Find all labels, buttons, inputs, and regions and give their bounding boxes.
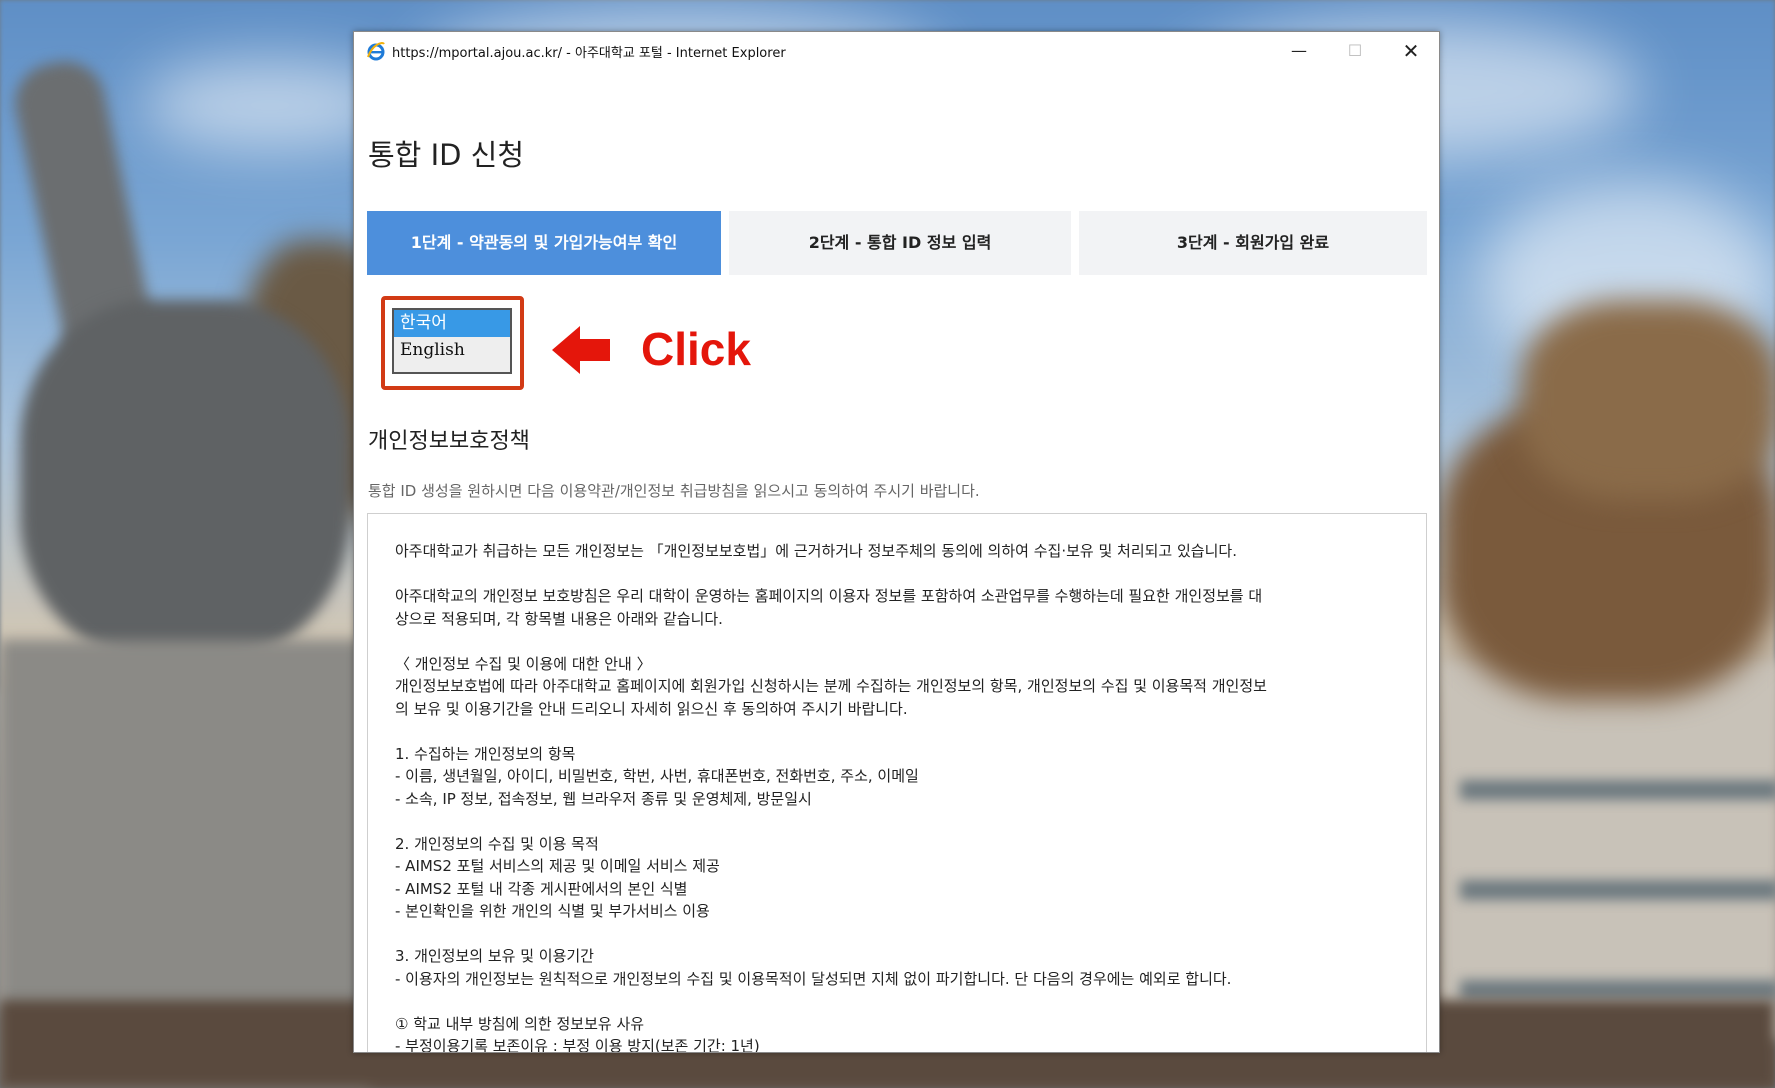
terms-spacer [395,810,1396,833]
maximize-button[interactable]: ☐ [1327,32,1383,70]
terms-line: - 본인확인을 위한 개인의 식별 및 부가서비스 이용 [395,902,710,920]
terms-line: - 이용자의 개인정보는 원칙적으로 개인정보의 수집 및 이용목적이 달성되면… [395,969,1232,988]
terms-spacer [395,923,1396,946]
terms-line: 3. 개인정보의 보유 및 이용기간 [395,947,594,965]
terms-spacer [395,630,1396,653]
title-bar: https://mportal.ajou.ac.kr/ - 아주대학교 포털 -… [354,32,1439,70]
minimize-button[interactable]: — [1271,32,1327,70]
terms-spacer [395,720,1396,743]
section-title: 개인정보보호정책 [368,429,530,454]
language-option-korean[interactable]: 한국어 [394,310,510,337]
terms-line: - AIMS2 포털 내 각종 게시판에서의 본인 식별 [395,879,688,898]
terms-line: ① 학교 내부 방침에 의한 정보보유 사유 [395,1014,645,1033]
terms-line: 아주대학교의 개인정보 보호방침은 우리 대학이 운영하는 홈페이지의 이용자 … [395,587,1263,605]
terms-line: 〈 개인정보 수집 및 이용에 대한 안내 〉 [395,654,652,673]
step-1-tab[interactable]: 1단계 - 약관동의 및 가입가능여부 확인 [367,211,721,275]
terms-scroll-box[interactable]: 아주대학교가 취급하는 모든 개인정보는 「개인정보보호법」에 근거하거나 정보… [367,513,1427,1053]
terms-line: 1. 수집하는 개인정보의 항목 [395,744,576,763]
terms-content: 아주대학교가 취급하는 모든 개인정보는 「개인정보보호법」에 근거하거나 정보… [368,514,1426,1053]
section-description: 통합 ID 생성을 원하시면 다음 이용약관/개인정보 취급방침을 읽으시고 동… [368,482,980,500]
terms-line: 2. 개인정보의 수집 및 이용 목적 [395,834,599,853]
step-tabs: 1단계 - 약관동의 및 가입가능여부 확인 2단계 - 통합 ID 정보 입력… [367,211,1427,275]
language-select[interactable]: 한국어 English [392,308,512,374]
terms-spacer [395,563,1396,586]
terms-line: - AIMS2 포털 서비스의 제공 및 이메일 서비스 제공 [395,857,720,875]
terms-line: 아주대학교가 취급하는 모든 개인정보는 「개인정보보호법」에 근거하거나 정보… [395,542,1237,560]
page-title: 통합 ID 신청 [368,138,525,172]
click-annotation: Click [641,323,751,375]
step-3-tab[interactable]: 3단계 - 회원가입 완료 [1079,211,1427,275]
language-option-english[interactable]: English [394,337,510,364]
terms-line: 상으로 적용되며, 각 항목별 내용은 아래와 같습니다. [395,609,723,628]
terms-line: - 부정이용기록 보존이유 : 부정 이용 방지(보존 기간: 1년) [395,1037,760,1053]
internet-explorer-icon [367,42,385,61]
terms-line: 의 보유 및 이용기간을 안내 드리오니 자세히 읽으신 후 동의하여 주시기 … [395,699,908,718]
terms-line: - 소속, IP 정보, 접속정보, 웹 브라우저 종류 및 운영체제, 방문일… [395,789,812,808]
step-2-tab[interactable]: 2단계 - 통합 ID 정보 입력 [729,211,1071,275]
close-button[interactable]: ✕ [1383,32,1439,70]
window-title: https://mportal.ajou.ac.kr/ - 아주대학교 포털 -… [392,46,786,61]
left-arrow-icon [552,326,610,374]
terms-spacer [395,990,1396,1013]
terms-line: 개인정보보호법에 따라 아주대학교 홈페이지에 회원가입 신청하시는 분께 수집… [395,677,1267,695]
terms-line: - 이름, 생년월일, 아이디, 비밀번호, 학번, 사번, 휴대폰번호, 전화… [395,767,919,785]
browser-window: https://mportal.ajou.ac.kr/ - 아주대학교 포털 -… [353,31,1440,1053]
